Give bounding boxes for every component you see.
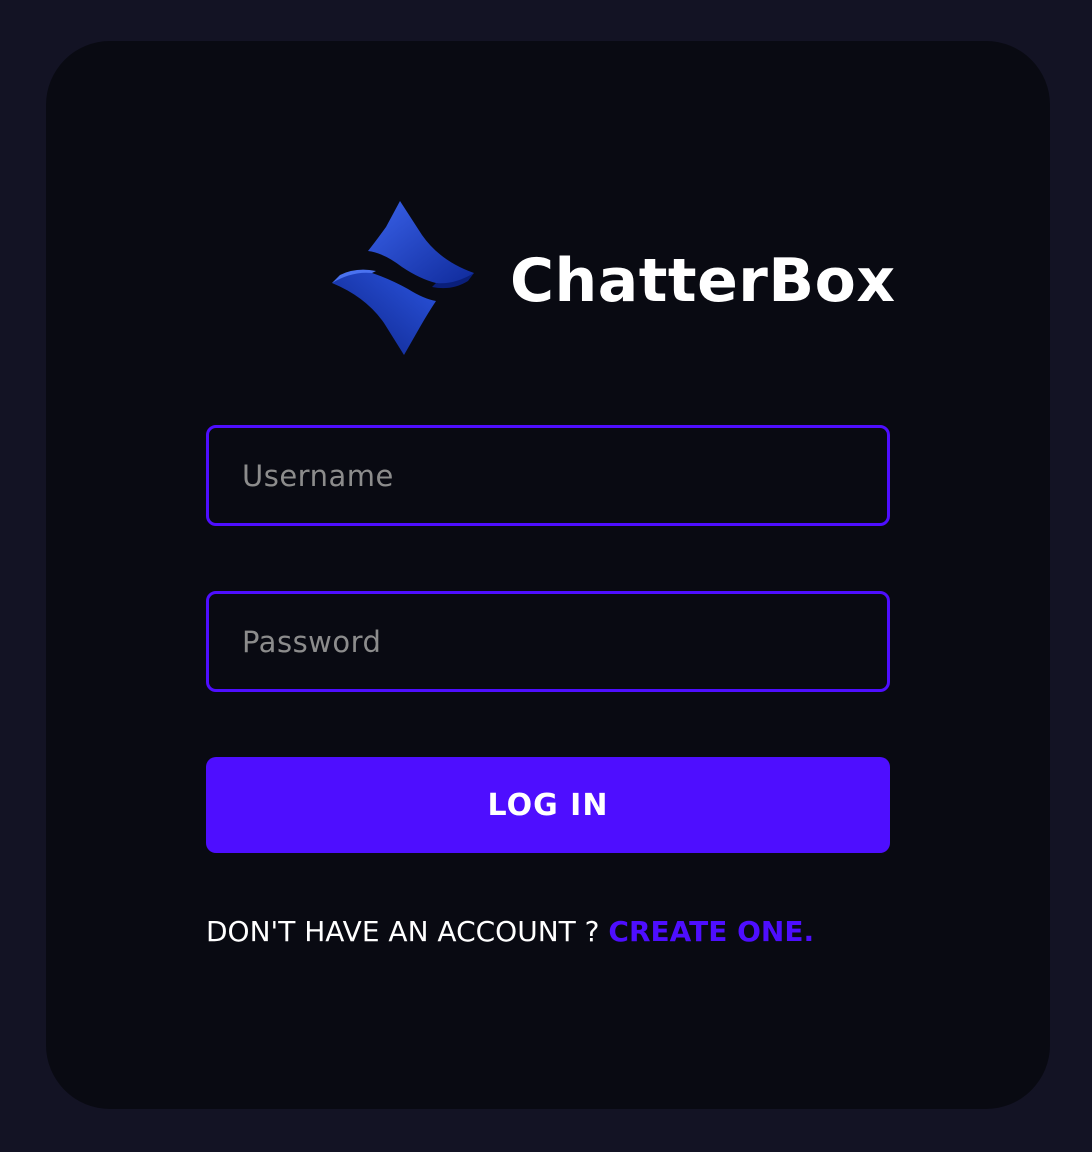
brand-header: ChatterBox (286, 201, 895, 361)
chatterbox-logo-icon (328, 201, 478, 355)
signup-prompt: DON'T HAVE AN ACCOUNT ? CREATE ONE. (206, 909, 906, 955)
username-field[interactable] (206, 425, 890, 526)
create-account-link[interactable]: CREATE ONE. (608, 915, 814, 948)
login-card: ChatterBox LOG IN DON'T HAVE AN ACCOUNT … (46, 41, 1050, 1109)
password-input[interactable] (209, 594, 887, 689)
username-input[interactable] (209, 428, 887, 523)
password-field[interactable] (206, 591, 890, 692)
signup-prompt-text: DON'T HAVE AN ACCOUNT ? (206, 915, 609, 948)
login-button[interactable]: LOG IN (206, 757, 890, 853)
brand-name: ChatterBox (510, 246, 896, 316)
